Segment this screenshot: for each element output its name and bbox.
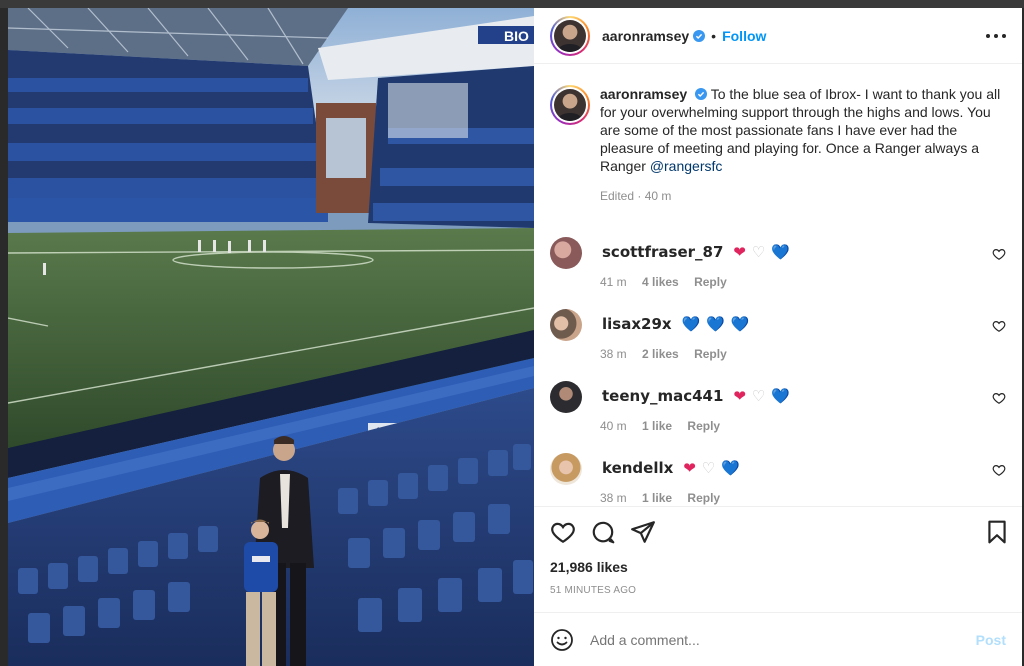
comment-likes[interactable]: 2 likes xyxy=(642,347,679,361)
comment-avatar[interactable] xyxy=(550,381,582,413)
comment-item: teeny_mac441 ❤ ♡ 💙 40 m 1 like Reply xyxy=(550,381,1010,441)
comment-text: scottfraser_87 ❤ ♡ 💙 xyxy=(600,243,790,261)
post-time: 51 MINUTES AGO xyxy=(550,585,637,596)
separator-dot: • xyxy=(711,27,717,44)
reply-button[interactable]: Reply xyxy=(687,491,720,505)
comment-username[interactable]: scottfraser_87 xyxy=(602,243,723,261)
comment-text: lisax29x 💙 💙 💙 xyxy=(600,315,749,333)
more-options-icon[interactable] xyxy=(986,26,1006,46)
emoji-icon[interactable] xyxy=(550,628,574,652)
caption-avatar-photo xyxy=(554,89,586,121)
follow-button[interactable]: Follow xyxy=(722,28,766,44)
comment-time: 38 m xyxy=(600,491,627,505)
like-comment-heart-icon[interactable] xyxy=(992,247,1006,261)
comment-likes[interactable]: 1 like xyxy=(642,419,672,433)
red-heart-icon: ❤ xyxy=(733,387,746,405)
blue-heart-icon: 💙 xyxy=(706,315,725,333)
bookmark-icon[interactable] xyxy=(984,519,1010,545)
comment-username[interactable]: kendellx xyxy=(602,459,673,477)
comment-meta: 38 m 1 like Reply xyxy=(600,491,732,505)
window-frame: BIO aaronramsey • Follow aaronramsey To … xyxy=(0,0,1024,666)
blue-heart-icon: 💙 xyxy=(771,387,790,405)
avatar[interactable] xyxy=(550,15,590,56)
reply-button[interactable]: Reply xyxy=(694,275,727,289)
comment-avatar[interactable] xyxy=(550,453,582,485)
caption-meta: Edited · 40 m xyxy=(600,189,672,203)
verified-icon xyxy=(693,29,706,42)
comment-input[interactable] xyxy=(590,631,960,648)
post-panel: aaronramsey • Follow aaronramsey To the … xyxy=(534,8,1022,666)
comment-meta: 41 m 4 likes Reply xyxy=(600,275,739,289)
edited-label: Edited xyxy=(600,189,635,203)
blue-heart-icon: 💙 xyxy=(730,315,750,333)
red-heart-icon: ❤ xyxy=(683,459,696,477)
comment-text: kendellx ❤ ♡ 💙 xyxy=(600,459,740,477)
post-photo[interactable]: BIO xyxy=(8,8,534,666)
comment-text: teeny_mac441 ❤ ♡ 💙 xyxy=(600,387,790,405)
comment-meta: 38 m 2 likes Reply xyxy=(600,347,739,361)
reply-button[interactable]: Reply xyxy=(687,419,720,433)
blue-heart-icon: 💙 xyxy=(721,459,740,477)
stadium-photo: BIO xyxy=(8,8,534,666)
comment-username[interactable]: teeny_mac441 xyxy=(602,387,723,405)
caption: aaronramsey To the blue sea of Ibrox- I … xyxy=(550,85,1010,203)
caption-avatar[interactable] xyxy=(550,85,590,125)
header-username[interactable]: aaronramsey xyxy=(602,28,689,44)
white-heart-icon: ♡ xyxy=(701,459,716,477)
blue-heart-icon: 💙 xyxy=(771,243,790,261)
comment-item: kendellx ❤ ♡ 💙 38 m 1 like Reply xyxy=(550,453,1010,505)
edited-time: 40 m xyxy=(644,189,672,203)
comment-icon[interactable] xyxy=(590,519,616,545)
verified-icon xyxy=(695,88,708,100)
comment-time: 40 m xyxy=(600,419,627,433)
heart-icon[interactable] xyxy=(550,519,576,545)
white-heart-icon: ♡ xyxy=(751,387,766,405)
white-heart-icon: ♡ xyxy=(751,243,766,261)
comment-item: scottfraser_87 ❤ ♡ 💙 41 m 4 likes Reply xyxy=(550,237,1010,297)
red-heart-icon: ❤ xyxy=(733,243,746,261)
comment-likes[interactable]: 1 like xyxy=(642,491,672,505)
post-button[interactable]: Post xyxy=(976,632,1006,648)
comment-likes[interactable]: 4 likes xyxy=(642,275,679,289)
caption-username[interactable]: aaronramsey xyxy=(600,86,687,102)
like-comment-heart-icon[interactable] xyxy=(992,391,1006,405)
like-comment-heart-icon[interactable] xyxy=(992,319,1006,333)
comment-item: lisax29x 💙 💙 💙 38 m 2 likes Reply xyxy=(550,309,1010,369)
post-header: aaronramsey • Follow xyxy=(534,8,1022,64)
comment-avatar[interactable] xyxy=(550,237,582,269)
comment-meta: 40 m 1 like Reply xyxy=(600,419,732,433)
avatar-photo xyxy=(554,19,586,52)
like-comment-heart-icon[interactable] xyxy=(992,463,1006,477)
comment-avatar[interactable] xyxy=(550,309,582,341)
comments-section: aaronramsey To the blue sea of Ibrox- I … xyxy=(534,65,1022,505)
likes-count[interactable]: 21,986 likes xyxy=(550,559,628,575)
caption-text: aaronramsey To the blue sea of Ibrox- I … xyxy=(600,85,1010,175)
comment-time: 41 m xyxy=(600,275,627,289)
comment-time: 38 m xyxy=(600,347,627,361)
stadium-banner-text: BIO xyxy=(504,28,529,44)
mention-link[interactable]: @rangersfc xyxy=(650,158,723,174)
blue-heart-icon: 💙 xyxy=(681,315,701,333)
comment-username[interactable]: lisax29x xyxy=(602,315,672,333)
browser-strip xyxy=(0,0,1024,8)
reply-button[interactable]: Reply xyxy=(694,347,727,361)
share-icon[interactable] xyxy=(630,519,656,545)
action-bar: 21,986 likes 51 MINUTES AGO xyxy=(534,506,1022,626)
comment-composer: Post xyxy=(534,612,1022,666)
